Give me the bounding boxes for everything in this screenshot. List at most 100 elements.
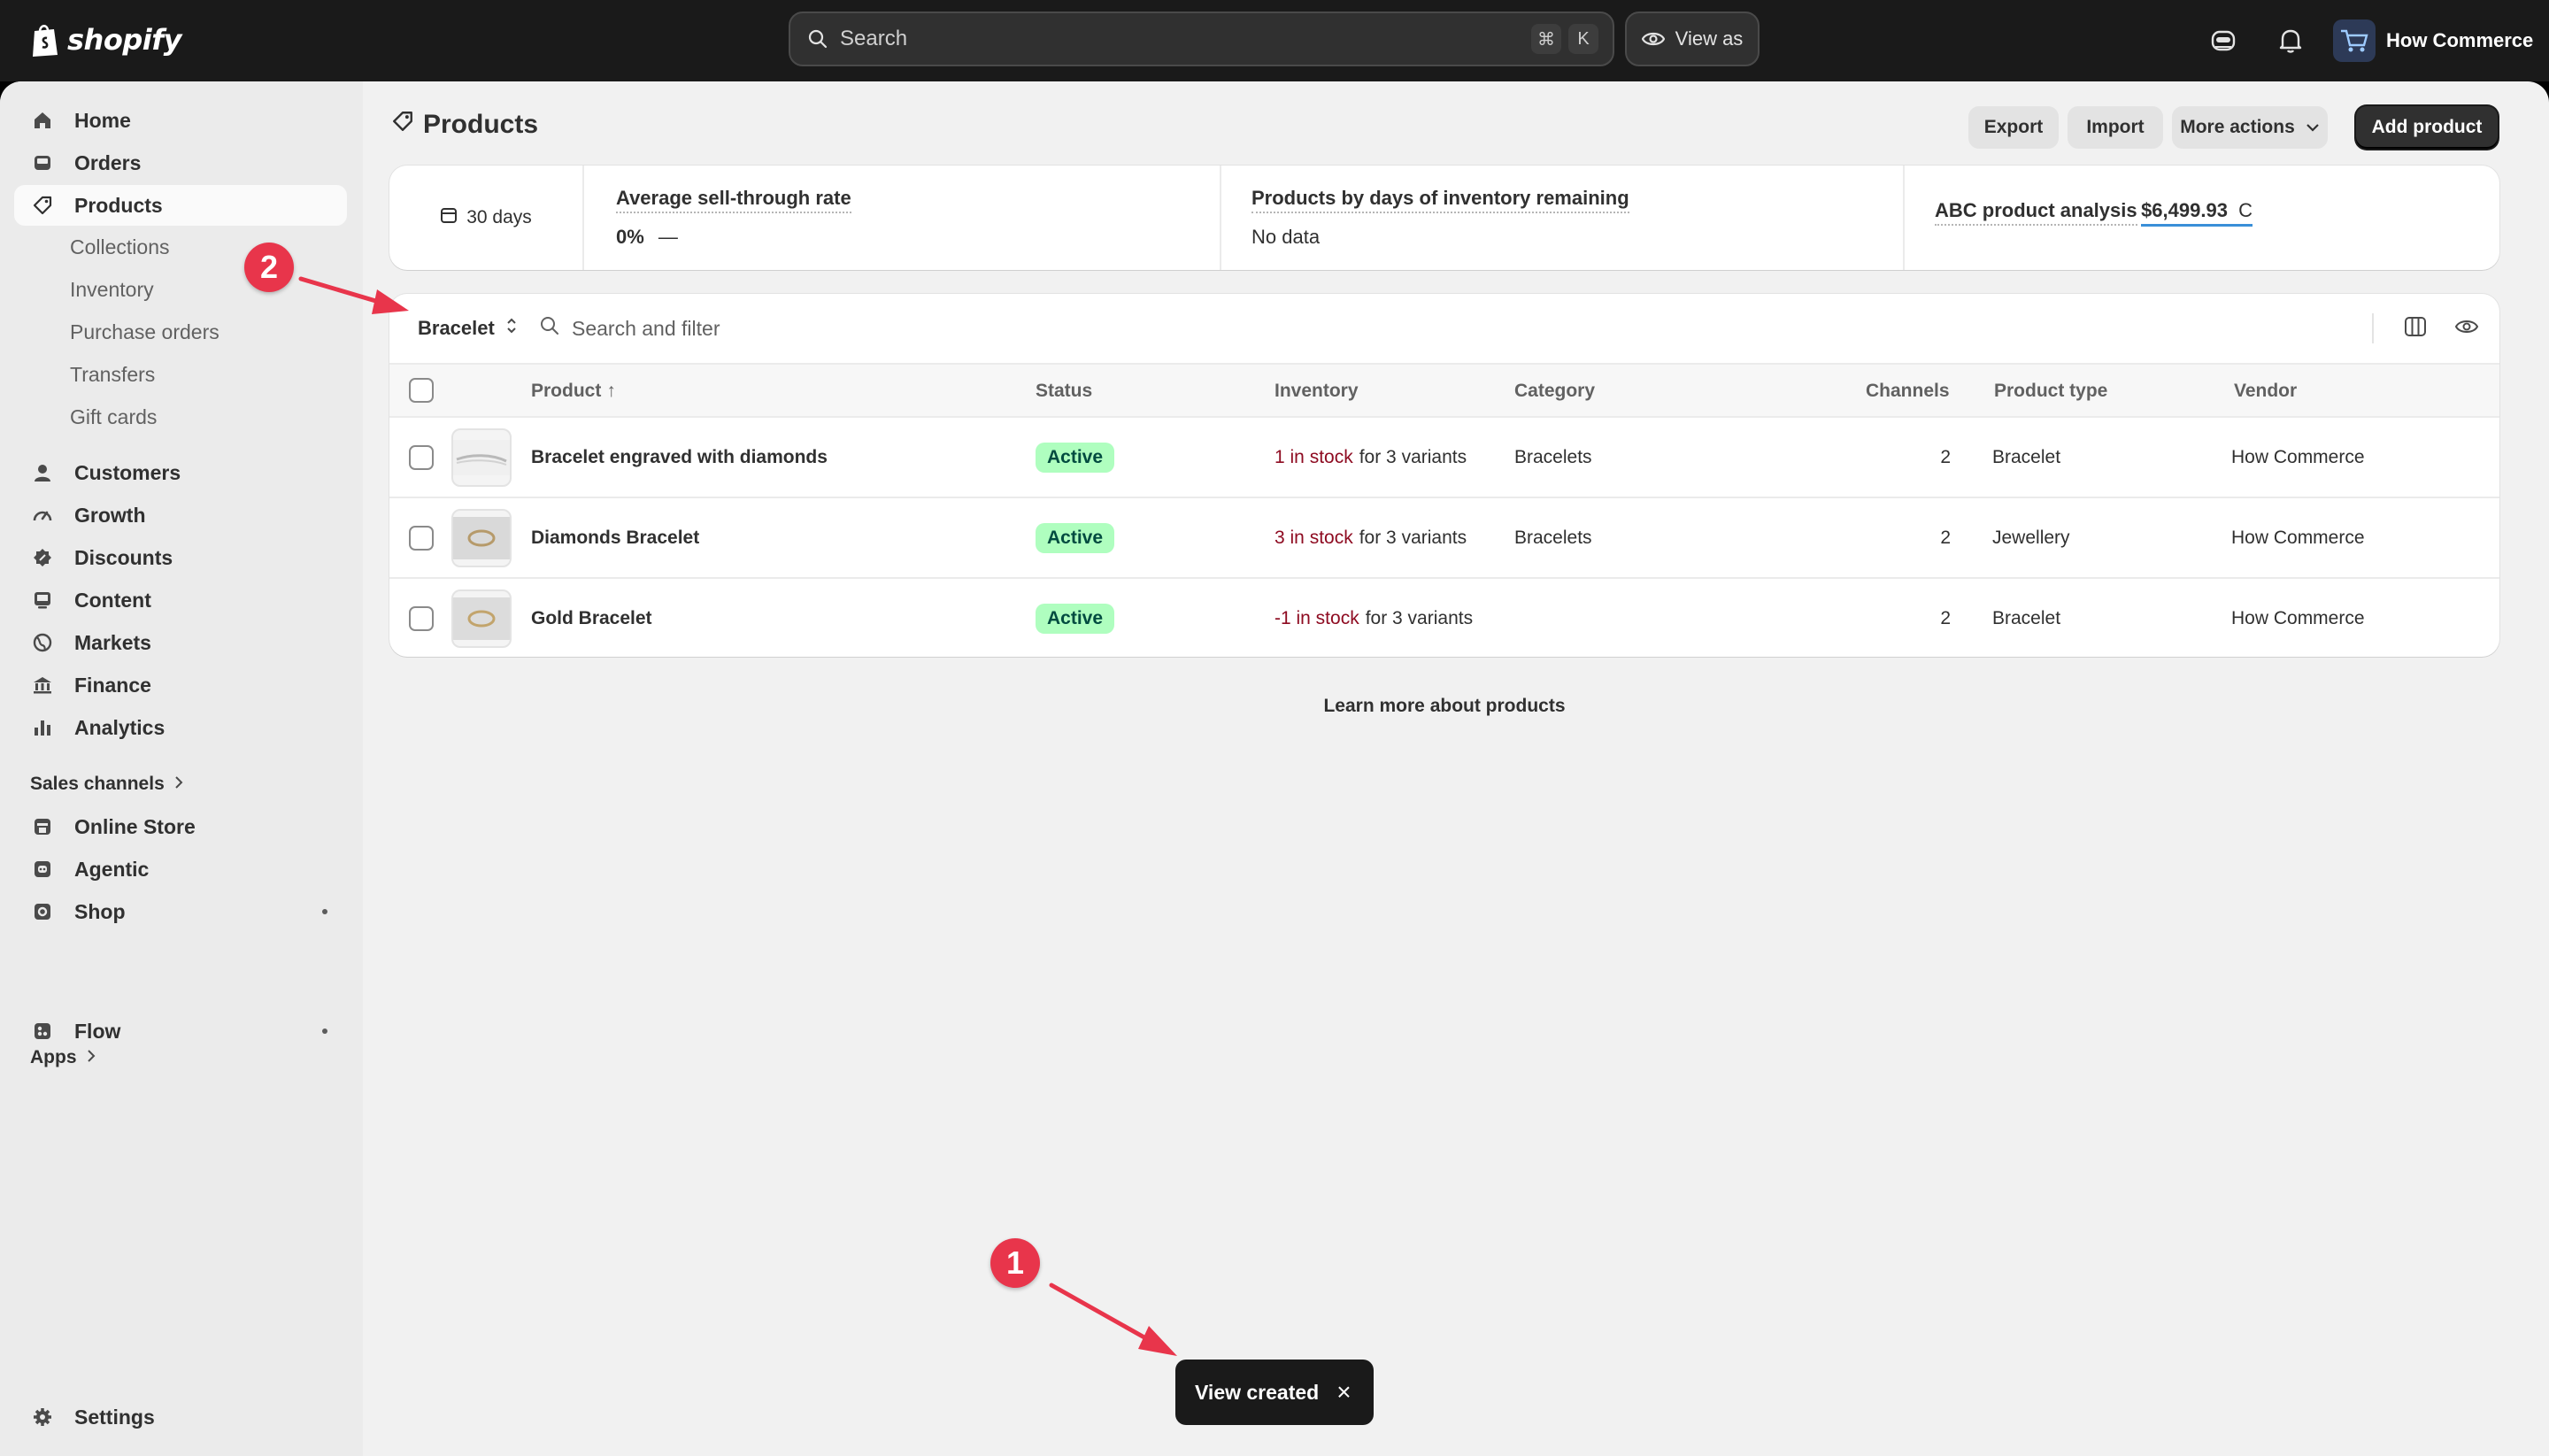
sidebar-subitem-purchase-orders[interactable]: Purchase orders	[14, 312, 347, 351]
search-placeholder: Search and filter	[572, 316, 720, 340]
product-name[interactable]: Gold Bracelet	[531, 579, 652, 657]
notifications-button[interactable]	[2273, 23, 2308, 58]
sidebar-item-shop[interactable]: Shop	[14, 891, 347, 932]
metric-trend: —	[658, 226, 678, 248]
sidebar-item-online-store[interactable]: Online Store	[14, 806, 347, 847]
sidebar-item-label: Flow	[74, 1019, 121, 1043]
learn-more-link[interactable]: Learn more about products	[363, 696, 2526, 717]
sidebar-item-customers[interactable]: Customers	[14, 452, 347, 493]
sidebar-item-label: Products	[74, 193, 163, 217]
status-badge: Active	[1036, 603, 1115, 634]
product-type-cell: Bracelet	[1992, 607, 2061, 628]
stock-count: 1 in stock	[1274, 446, 1353, 467]
sidebar-item-agentic[interactable]: Agentic	[14, 849, 347, 890]
export-button[interactable]: Export	[1968, 106, 2059, 149]
sidebar-item-products[interactable]: Products	[14, 185, 347, 226]
column-header-vendor: Vendor	[2234, 381, 2298, 401]
sidebar-subitem-collections[interactable]: Collections	[14, 227, 347, 266]
metric-abc-analysis[interactable]: ABC product analysis $6,499.93 C	[1903, 166, 2498, 270]
sidebar-item-markets[interactable]: Markets	[14, 622, 347, 663]
sales-channels-label: Sales channels	[30, 774, 165, 794]
column-header-product[interactable]: Product ↑	[531, 365, 616, 418]
row-checkbox[interactable]	[409, 445, 434, 470]
sidebar-subitem-inventory[interactable]: Inventory	[14, 270, 347, 309]
store-avatar	[2333, 19, 2376, 62]
shopify-bag-icon	[33, 25, 58, 57]
search-and-filter-input[interactable]: Search and filter	[540, 310, 720, 347]
global-search[interactable]: Search ⌘ K	[789, 12, 1614, 66]
metric-days-inventory[interactable]: Products by days of inventory remaining …	[1220, 166, 1903, 270]
metric-value: 0% —	[616, 226, 1028, 249]
sidebar-item-label: Markets	[74, 630, 151, 654]
variant-count: for 3 variants	[1365, 607, 1474, 628]
preview-button[interactable]	[2450, 312, 2484, 345]
sidebar-item-label: Agentic	[74, 857, 150, 881]
table-row[interactable]: Diamonds Bracelet Active 3 in stock for 3…	[389, 498, 2499, 579]
bracelet-image	[453, 440, 510, 475]
store-menu[interactable]: How Commerce	[2333, 16, 2533, 65]
column-label: Product	[531, 381, 602, 401]
store-name: How Commerce	[2386, 29, 2534, 51]
date-range-button[interactable]: 30 days	[389, 166, 584, 270]
bracelet-image	[453, 597, 510, 640]
more-actions-button[interactable]: More actions	[2172, 106, 2328, 149]
columns-icon	[2404, 316, 2427, 342]
inventory-cell: 3 in stock for 3 variants	[1274, 498, 1467, 577]
vendor-cell: How Commerce	[2231, 607, 2365, 628]
vendor-cell: How Commerce	[2231, 527, 2365, 548]
columns-button[interactable]	[2399, 312, 2432, 345]
inbox-icon	[30, 150, 55, 175]
search-shortcut: ⌘ K	[1531, 24, 1598, 54]
sidebar-item-label: Customers	[74, 460, 181, 484]
table-header: Product ↑ Status Inventory Category Chan…	[389, 363, 2499, 418]
metric-grade: C	[2238, 199, 2253, 221]
close-icon[interactable]: ×	[1336, 1378, 1351, 1406]
metric-value: No data	[1251, 226, 1321, 248]
inventory-cell: -1 in stock for 3 variants	[1274, 579, 1473, 657]
sidebar-item-label: Growth	[74, 503, 146, 527]
sidebar-subitem-gift-cards[interactable]: Gift cards	[14, 397, 347, 436]
product-name[interactable]: Bracelet engraved with diamonds	[531, 418, 828, 497]
sidekick-button[interactable]	[2206, 23, 2241, 58]
sidebar-item-home[interactable]: Home	[14, 100, 347, 141]
column-header-channels: Channels	[1866, 381, 1950, 401]
product-type-cell: Bracelet	[1992, 446, 2061, 467]
chevron-down-icon	[2306, 117, 2320, 138]
metric-sell-through[interactable]: Average sell-through rate 0% —	[586, 166, 1028, 270]
shopify-logo[interactable]: shopify	[30, 19, 181, 60]
add-product-button[interactable]: Add product	[2356, 106, 2498, 149]
date-range-label: 30 days	[466, 207, 532, 227]
sidebar-subitem-transfers[interactable]: Transfers	[14, 355, 347, 394]
toast-notification: View created ×	[1175, 1360, 1374, 1425]
sidebar-item-label: Finance	[74, 673, 151, 697]
divider	[2372, 313, 2374, 343]
table-row[interactable]: Bracelet engraved with diamonds Active 1…	[389, 418, 2499, 498]
select-all-checkbox[interactable]	[409, 378, 434, 403]
command-key: ⌘	[1531, 24, 1561, 54]
status-cell: Active	[1036, 418, 1115, 497]
view-as-button[interactable]: View as	[1625, 12, 1760, 66]
sidebar-item-flow[interactable]: Flow	[14, 1011, 347, 1052]
table-row[interactable]: Gold Bracelet Active -1 in stock for 3 va…	[389, 579, 2499, 657]
row-checkbox[interactable]	[409, 526, 434, 551]
sidebar-item-discounts[interactable]: Discounts	[14, 537, 347, 578]
row-checkbox[interactable]	[409, 606, 434, 631]
sidebar-item-settings[interactable]: Settings	[14, 1397, 347, 1437]
sidebar-item-analytics[interactable]: Analytics	[14, 707, 347, 748]
sidebar-item-content[interactable]: Content	[14, 580, 347, 620]
saved-view-select[interactable]: Bracelet	[418, 310, 518, 347]
sidebar-item-finance[interactable]: Finance	[14, 665, 347, 705]
sidebar-item-label: Content	[74, 588, 151, 612]
chevron-up-down-icon	[505, 316, 518, 341]
import-button[interactable]: Import	[2068, 106, 2163, 149]
sales-channels-header[interactable]: Sales channels	[30, 768, 184, 800]
eye-icon	[2454, 318, 2479, 340]
channels-cell: 2	[1940, 527, 1951, 548]
inventory-cell: 1 in stock for 3 variants	[1274, 418, 1467, 497]
bell-icon	[2279, 29, 2302, 53]
view-as-label: View as	[1675, 27, 1744, 50]
search-placeholder: Search	[840, 27, 908, 50]
product-name[interactable]: Diamonds Bracelet	[531, 498, 699, 577]
sidebar-item-growth[interactable]: Growth	[14, 495, 347, 535]
sidebar-item-orders[interactable]: Orders	[14, 143, 347, 183]
